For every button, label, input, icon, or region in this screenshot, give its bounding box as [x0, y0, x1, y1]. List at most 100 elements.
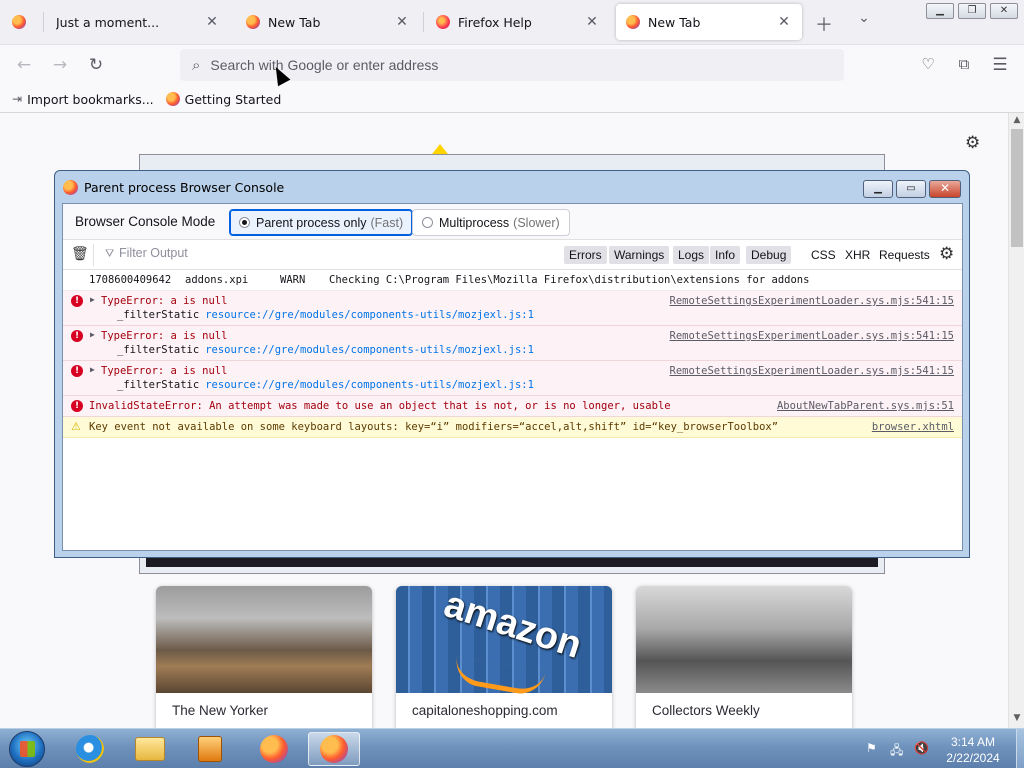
tab-new-tab-active[interactable]: New Tab ✕: [616, 4, 802, 40]
firefox-view-button[interactable]: [4, 4, 40, 40]
filter-logs-button[interactable]: Logs: [673, 246, 710, 264]
close-tab-icon[interactable]: ✕: [584, 14, 600, 30]
mode-hint: (Fast): [370, 215, 404, 230]
expand-arrow-icon[interactable]: ▶: [90, 330, 95, 339]
error-message[interactable]: ! ▶ TypeError: a is null RemoteSettingsE…: [63, 291, 962, 326]
show-desktop-button[interactable]: [1016, 729, 1024, 768]
volume-muted-icon[interactable]: 🔇: [914, 741, 929, 755]
chevron-down-icon[interactable]: ⌄: [852, 10, 876, 26]
filter-warnings-button[interactable]: Warnings: [609, 246, 670, 264]
card-title: Collectors Weekly: [652, 703, 760, 718]
taskbar-firefox-active[interactable]: [308, 732, 360, 766]
error-message[interactable]: ! ▶ TypeError: a is null RemoteSettingsE…: [63, 361, 962, 396]
forward-arrow-icon[interactable]: →: [49, 55, 71, 75]
mode-hint: (Slower): [513, 215, 560, 230]
frame-resource-link[interactable]: resource://gre/modules/components-utils/…: [205, 309, 534, 321]
console-filter-bar: 🗑 ⛛ Errors Warnings Logs Info Debug CSS …: [63, 240, 962, 270]
mode-parent-process-radio[interactable]: Parent process only (Fast): [229, 209, 414, 236]
internet-explorer-icon: [76, 735, 104, 763]
message-text: TypeError: a is null: [101, 330, 228, 342]
card-title: capitaloneshopping.com: [412, 703, 558, 718]
warning-message[interactable]: ⚠ Key event not available on some keyboa…: [63, 417, 962, 438]
page-scrollbar[interactable]: ▲ ▼: [1008, 113, 1024, 728]
filter-requests-button[interactable]: Requests: [874, 246, 935, 264]
console-titlebar[interactable]: Parent process Browser Console: [63, 180, 284, 195]
taskbar-file-explorer[interactable]: [124, 732, 176, 766]
tab-new-tab-1[interactable]: New Tab ✕: [236, 4, 420, 40]
pocket-icon[interactable]: ♡: [917, 55, 939, 73]
folder-icon: [135, 737, 165, 761]
bookmark-import[interactable]: ⇥ Import bookmarks...: [12, 92, 154, 107]
close-tab-icon[interactable]: ✕: [394, 14, 410, 30]
mode-multiprocess-radio[interactable]: Multiprocess (Slower): [412, 209, 570, 236]
message-source-link[interactable]: RemoteSettingsExperimentLoader.sys.mjs:5…: [670, 295, 954, 307]
error-message[interactable]: ! ▶ TypeError: a is null RemoteSettingsE…: [63, 326, 962, 361]
close-window-button[interactable]: ✕: [990, 3, 1018, 19]
taskbar-firefox[interactable]: [248, 732, 300, 766]
message-source-link[interactable]: AboutNewTabParent.sys.mjs:51: [777, 400, 954, 412]
console-output: 1708600409642 addons.xpi WARN Checking C…: [63, 270, 962, 438]
message-source-link[interactable]: browser.xhtml: [872, 421, 954, 433]
import-icon: ⇥: [12, 92, 23, 106]
top-site-card[interactable]: The New Yorker: [156, 586, 372, 728]
minimize-button[interactable]: ▁: [926, 3, 954, 19]
firefox-icon: [12, 15, 26, 29]
scroll-down-icon[interactable]: ▼: [1009, 713, 1024, 723]
filter-output-input[interactable]: [119, 246, 419, 260]
stack-frame: _filterStatic resource://gre/modules/comp…: [117, 379, 534, 391]
filter-icon: ⛛: [105, 247, 115, 260]
gear-icon[interactable]: ⚙: [965, 133, 980, 153]
close-tab-icon[interactable]: ✕: [776, 14, 792, 30]
close-tab-icon[interactable]: ✕: [204, 14, 220, 30]
expand-arrow-icon[interactable]: ▶: [90, 295, 95, 304]
console-close-button[interactable]: ✕: [929, 180, 961, 198]
scrollbar-thumb[interactable]: [1011, 129, 1023, 247]
message-source-link[interactable]: RemoteSettingsExperimentLoader.sys.mjs:5…: [670, 365, 954, 377]
message-source-link[interactable]: RemoteSettingsExperimentLoader.sys.mjs:5…: [670, 330, 954, 342]
firefox-icon: [320, 735, 348, 763]
tab-just-a-moment[interactable]: Just a moment... ✕: [46, 4, 230, 40]
error-message[interactable]: ! InvalidStateError: An attempt was made…: [63, 396, 962, 417]
scroll-up-icon[interactable]: ▲: [1009, 115, 1024, 125]
filter-css-button[interactable]: CSS: [806, 246, 841, 264]
back-arrow-icon[interactable]: ←: [13, 55, 35, 75]
address-input[interactable]: [210, 57, 811, 73]
stack-frame: _filterStatic resource://gre/modules/comp…: [117, 344, 534, 356]
system-clock[interactable]: 3:14 AM 2/22/2024: [932, 734, 1014, 766]
tab-firefox-help[interactable]: Firefox Help ✕: [426, 4, 610, 40]
reload-icon[interactable]: ↻: [85, 55, 107, 75]
expand-arrow-icon[interactable]: ▶: [90, 365, 95, 374]
warning-icon: ⚠: [71, 420, 81, 433]
message-source-name: addons.xpi: [185, 274, 249, 286]
start-button[interactable]: [9, 731, 45, 767]
tab-label: Firefox Help: [458, 14, 532, 30]
frame-resource-link[interactable]: resource://gre/modules/components-utils/…: [205, 379, 534, 391]
stack-frame: _filterStatic resource://gre/modules/comp…: [117, 309, 534, 321]
console-mode-bar: Browser Console Mode Parent process only…: [63, 204, 962, 240]
message-kind: WARN: [280, 274, 306, 286]
search-icon: ⌕: [192, 56, 201, 74]
console-maximize-button[interactable]: ▭: [896, 180, 926, 198]
bookmark-getting-started[interactable]: Getting Started: [165, 92, 281, 107]
network-icon[interactable]: 🖧: [890, 741, 903, 762]
console-minimize-button[interactable]: ▁: [863, 180, 893, 198]
frame-resource-link[interactable]: resource://gre/modules/components-utils/…: [205, 344, 534, 356]
tab-separator: [423, 12, 424, 32]
filter-info-button[interactable]: Info: [710, 246, 741, 264]
trash-icon[interactable]: 🗑: [71, 246, 89, 262]
plus-icon[interactable]: ＋: [812, 11, 836, 37]
gear-icon[interactable]: ⚙: [939, 244, 954, 264]
filter-debug-button[interactable]: Debug: [746, 246, 792, 264]
filter-errors-button[interactable]: Errors: [564, 246, 607, 264]
taskbar-internet-explorer[interactable]: [64, 732, 116, 766]
top-site-card[interactable]: Collectors Weekly: [636, 586, 852, 728]
menu-icon[interactable]: ☰: [989, 55, 1011, 75]
bookmarks-toolbar: ⇥ Import bookmarks... Getting Started: [0, 86, 1024, 113]
restore-button[interactable]: ❐: [958, 3, 986, 19]
top-site-card[interactable]: amazon capitaloneshopping.com: [396, 586, 612, 728]
filter-xhr-button[interactable]: XHR: [840, 246, 875, 264]
flag-icon[interactable]: ⚑: [866, 741, 877, 755]
taskbar-media-player[interactable]: [184, 732, 236, 766]
extensions-icon[interactable]: ⧉: [953, 55, 975, 73]
frame-name: _filterStatic: [117, 309, 200, 321]
